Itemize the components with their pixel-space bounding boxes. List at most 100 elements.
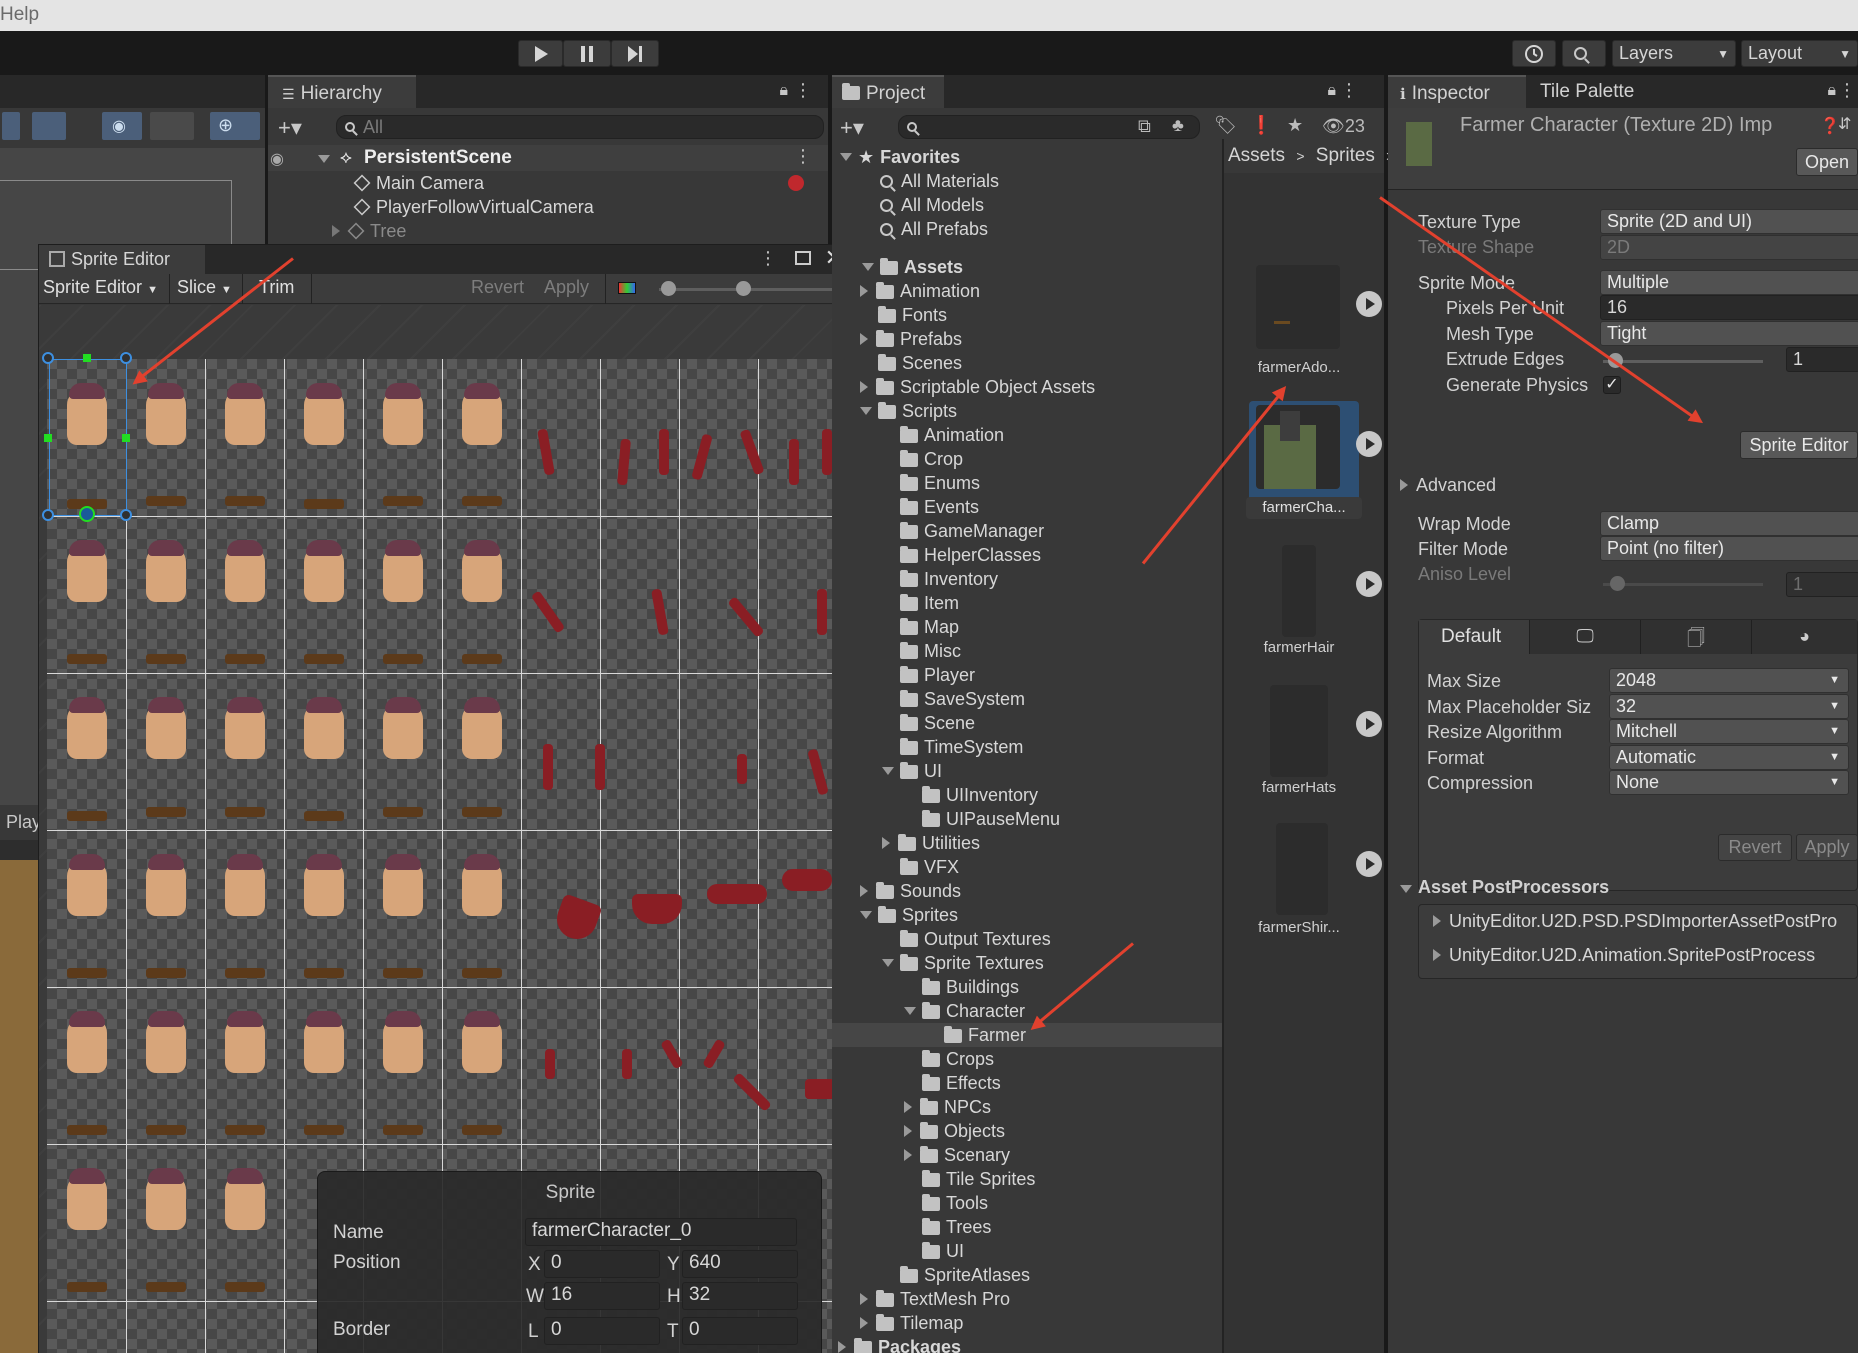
folder-item[interactable]: Effects — [832, 1071, 1222, 1095]
folder-item[interactable]: TimeSystem — [832, 735, 1222, 759]
expand-arrow-icon[interactable] — [838, 1341, 846, 1353]
lock-icon[interactable]: 🔒︎ — [1327, 82, 1336, 100]
resize-handle[interactable] — [42, 352, 54, 364]
expand-arrow-icon[interactable] — [904, 1125, 912, 1137]
resize-handle[interactable] — [120, 352, 132, 364]
folder-item[interactable]: Sprite Textures — [832, 951, 1222, 975]
menu-help[interactable]: Help — [0, 4, 39, 25]
border-handle[interactable] — [44, 434, 52, 442]
border-l-input[interactable]: 0 — [544, 1317, 660, 1345]
expand-arrow-icon[interactable] — [860, 911, 872, 919]
compression-dropdown[interactable]: None ▼ — [1609, 770, 1849, 795]
create-button[interactable]: +▾ — [840, 115, 864, 141]
folder-item[interactable]: HelperClasses — [832, 543, 1222, 567]
max-placeholder-dropdown[interactable]: 32 ▼ — [1609, 694, 1849, 719]
lock-icon[interactable]: 🔒︎ — [779, 82, 788, 100]
inspector-revert-button[interactable]: Revert — [1718, 834, 1792, 861]
asset-thumbnail[interactable] — [1256, 405, 1340, 489]
folder-item[interactable]: Utilities — [832, 831, 1222, 855]
expand-arrow-icon[interactable] — [882, 959, 894, 967]
folder-item[interactable]: Player — [832, 663, 1222, 687]
folder-item[interactable]: Packages — [832, 1335, 1222, 1353]
sprite-mode-dropdown[interactable]: Multiple — [1600, 270, 1858, 295]
expand-arrow-icon[interactable] — [882, 837, 890, 849]
hierarchy-item[interactable]: Main Camera — [353, 171, 484, 195]
folder-item[interactable]: Scriptable Object Assets — [832, 375, 1222, 399]
play-icon[interactable] — [1356, 711, 1382, 737]
expand-arrow-icon[interactable] — [904, 1149, 912, 1161]
preset-icon[interactable]: ⇵ — [1838, 114, 1851, 134]
camera-toggle[interactable] — [150, 112, 194, 140]
color-channel-icon[interactable] — [618, 282, 636, 294]
lock-icon[interactable]: 🔒︎ — [1827, 82, 1836, 100]
filter-type-icon[interactable]: ♣ — [1172, 115, 1184, 136]
visibility-toggle[interactable]: ◉ — [102, 112, 142, 140]
max-size-dropdown[interactable]: 2048 ▼ — [1609, 668, 1849, 693]
search-mode-icon[interactable]: ⧉ — [1138, 116, 1151, 137]
folder-item[interactable]: Tilemap — [832, 1311, 1222, 1335]
folder-item[interactable]: Sprites — [832, 903, 1222, 927]
tab-platform-standalone[interactable]: 🖵 — [1530, 620, 1640, 654]
folder-item[interactable]: SaveSystem — [832, 687, 1222, 711]
more-icon[interactable]: ⋮ — [1340, 80, 1358, 101]
folder-item[interactable]: Output Textures — [832, 927, 1222, 951]
more-icon[interactable]: ⋮ — [1838, 80, 1856, 101]
tab-inspector[interactable]: ℹ Inspector — [1388, 75, 1526, 108]
folder-item[interactable]: Tools — [832, 1191, 1222, 1215]
resize-handle[interactable] — [42, 509, 54, 521]
play-button[interactable] — [518, 40, 563, 67]
aniso-slider-handle[interactable] — [1610, 576, 1625, 591]
star-icon[interactable]: ★ — [1287, 115, 1303, 136]
sprite-editor-mode-dropdown[interactable]: Sprite Editor ▼ — [43, 277, 158, 298]
border-t-input[interactable]: 0 — [682, 1317, 798, 1345]
breadcrumb-assets[interactable]: Assets — [1228, 145, 1285, 166]
play-icon[interactable] — [1356, 571, 1382, 597]
layout-dropdown[interactable]: Layout ▼ — [1741, 40, 1858, 67]
help-icon[interactable]: ❓ — [1820, 116, 1840, 136]
expand-arrow-icon[interactable] — [860, 1317, 868, 1329]
expand-arrow-icon[interactable] — [904, 1101, 912, 1113]
folder-item[interactable]: Enums — [832, 471, 1222, 495]
folder-item[interactable]: SpriteAtlases — [832, 1263, 1222, 1287]
asset-thumbnail[interactable] — [1270, 685, 1328, 777]
favorite-item[interactable]: All Materials — [880, 169, 999, 193]
folder-item[interactable]: Misc — [832, 639, 1222, 663]
more-icon[interactable]: ⋮ — [794, 146, 812, 167]
aniso-slider-track[interactable] — [1603, 583, 1763, 586]
expand-arrow-icon[interactable] — [860, 1293, 868, 1305]
postprocessor-item[interactable]: UnityEditor.U2D.Animation.SpritePostProc… — [1433, 943, 1815, 967]
add-button[interactable]: +▾ — [278, 115, 302, 141]
texture-shape-dropdown[interactable]: 2D — [1600, 235, 1858, 260]
aniso-input[interactable]: 1 — [1786, 572, 1858, 597]
revert-button[interactable]: Revert — [471, 277, 524, 298]
apply-button[interactable]: Apply — [544, 277, 589, 298]
generate-physics-checkbox[interactable]: ✓ — [1603, 376, 1621, 394]
width-input[interactable]: 16 — [544, 1282, 660, 1310]
favorite-item[interactable]: All Prefabs — [880, 217, 988, 241]
folder-item[interactable]: VFX — [832, 855, 1222, 879]
texture-type-dropdown[interactable]: Sprite (2D and UI) — [1600, 209, 1858, 234]
folder-item[interactable]: Crops — [832, 1047, 1222, 1071]
tab-platform-server[interactable]: 🗍 — [1641, 620, 1751, 654]
favorite-item[interactable]: All Models — [880, 193, 984, 217]
play-icon[interactable] — [1356, 431, 1382, 457]
layers-dropdown[interactable]: Layers ▼ — [1612, 40, 1736, 67]
more-icon[interactable]: ⋮ — [794, 80, 812, 101]
project-search-input[interactable] — [898, 115, 1200, 139]
expand-arrow-icon[interactable] — [860, 407, 872, 415]
expand-arrow-icon[interactable] — [904, 1007, 916, 1015]
tab-platform-default[interactable]: Default — [1419, 620, 1529, 654]
folder-item[interactable]: Events — [832, 495, 1222, 519]
favorites-header[interactable]: ★ Favorites — [840, 145, 960, 169]
folder-item[interactable]: UIInventory — [832, 783, 1222, 807]
more-icon[interactable]: ⋮ — [759, 248, 777, 269]
asset-thumbnail[interactable] — [1276, 823, 1328, 915]
folder-item[interactable]: Objects — [832, 1119, 1222, 1143]
open-button[interactable]: Open — [1796, 148, 1858, 176]
position-y-input[interactable]: 640 — [682, 1250, 798, 1278]
resize-algorithm-dropdown[interactable]: Mitchell ▼ — [1609, 719, 1849, 744]
tab-hierarchy[interactable]: ☰ Hierarchy — [268, 75, 416, 108]
maximize-icon[interactable] — [795, 251, 811, 265]
postprocessor-item[interactable]: UnityEditor.U2D.PSD.PSDImporterAssetPost… — [1433, 909, 1837, 933]
visibility-eye-icon[interactable]: ◉ — [270, 149, 284, 169]
